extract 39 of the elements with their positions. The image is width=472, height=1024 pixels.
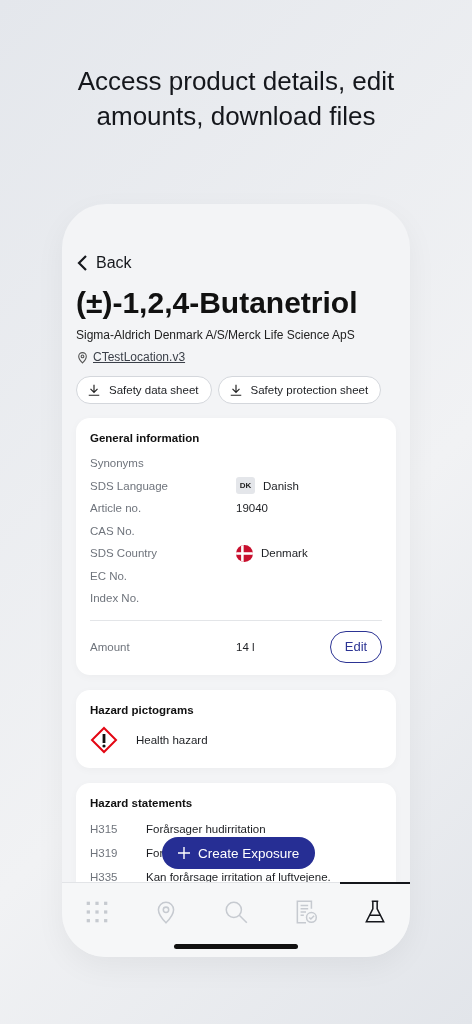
back-button[interactable]: Back [76,254,132,272]
flag-icon [236,544,253,562]
field-value: Danish [263,479,299,492]
product-title: (±)-1,2,4-Butanetriol [76,286,359,320]
field-label: Article no. [90,502,143,515]
download-button[interactable]: Safety data sheet [76,376,212,404]
card-title: Hazard pictograms [90,703,195,716]
field-label: Synonyms [90,457,145,470]
edit-button[interactable]: Edit [330,630,382,663]
statement-text: Kan forårsage irritation af luftvejene. [146,870,331,882]
card-title: Hazard statements [90,796,194,809]
location-link[interactable]: CTestLocation.v3 [93,350,186,364]
statement-code: H335 [90,870,119,882]
field-value: Denmark [261,547,308,560]
headline: Access product details, edit amounts, download files [76,65,396,133]
field-value: 19040 [236,502,268,515]
plus-icon [178,847,190,859]
search-icon [223,899,249,925]
statement-code: H319 [90,846,119,859]
field-label: CAS No. [90,524,136,537]
amount-value: 14 l [236,640,255,653]
location-pin-icon [76,350,89,364]
download-icon [87,383,101,397]
supplier-name: Sigma-Aldrich Denmark A/S/Merck Life Science ApS [76,328,356,342]
exclamation-diamond-icon [90,725,118,754]
language-badge: DK [236,477,255,495]
field-label: Index No. [90,592,141,605]
field-label: SDS Country [90,547,159,560]
create-exposure-button[interactable]: Create Exposure [162,837,316,869]
statement-code: H315 [90,822,119,835]
field-label: EC No. [90,569,129,582]
field-label: SDS Language [90,479,169,492]
field-label: Amount [90,640,131,653]
download-button[interactable]: Safety protection sheet [217,376,382,404]
chevron-left-icon [76,254,90,272]
pictogram-label: Health hazard [136,733,208,746]
card-title: General information [90,432,201,444]
statement-text: Forårsager hudirritation [146,822,266,835]
download-icon [228,383,243,397]
